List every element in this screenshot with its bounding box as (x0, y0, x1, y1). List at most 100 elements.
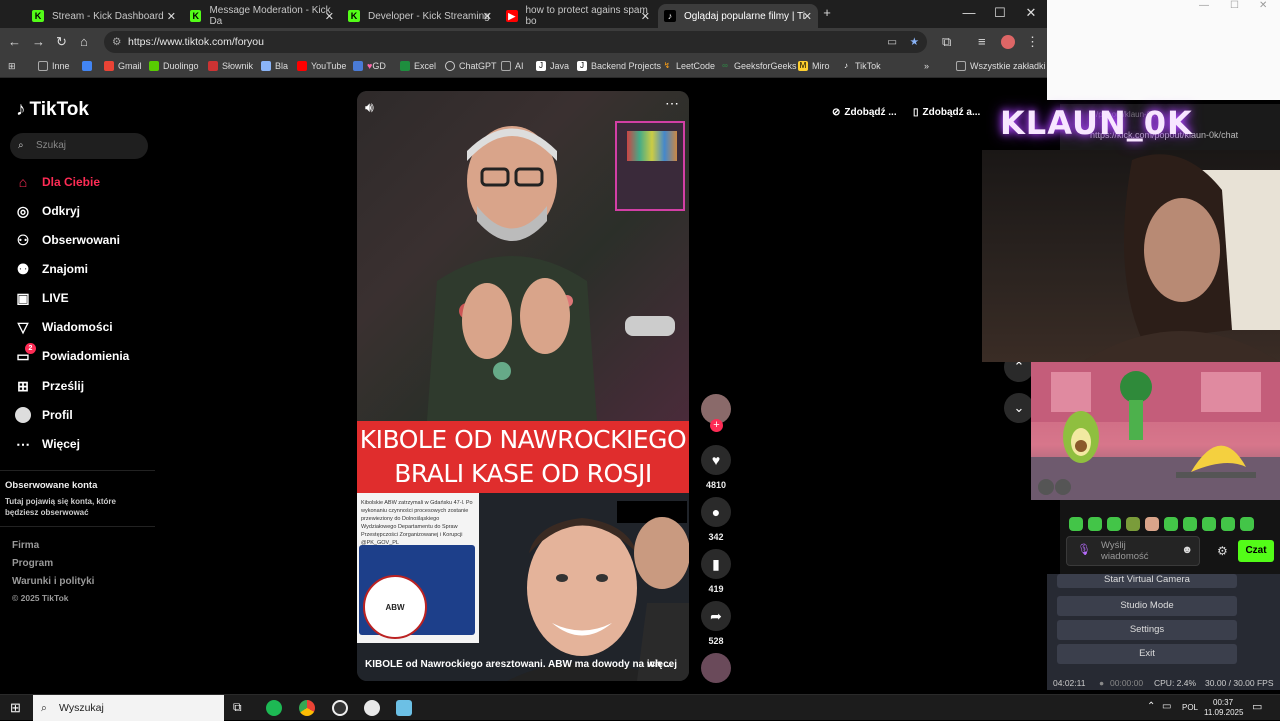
tab-message-moderation[interactable]: K Message Moderation - Kick Da ✕ (184, 4, 340, 28)
close-tab-icon[interactable]: ✕ (325, 10, 334, 23)
bookmark-item[interactable] (82, 61, 96, 71)
share-button[interactable]: ➦ 528 (701, 601, 731, 646)
nav-live[interactable]: ▣ LIVE (14, 289, 68, 307)
emote-icon[interactable] (1221, 517, 1235, 531)
tab-tiktok[interactable]: ♪ Oglądaj popularne filmy | Ti ✕ (658, 4, 818, 28)
tray-expand-icon[interactable]: ⌃ (1147, 701, 1155, 712)
site-info-icon[interactable]: ⚙ (112, 31, 121, 53)
clock-date[interactable]: 11.09.2025 (1204, 708, 1243, 717)
tiktok-logo[interactable]: ♪ TikTok (16, 99, 89, 121)
extensions-icon[interactable]: ⧉ (942, 34, 951, 50)
sound-disc[interactable] (701, 653, 731, 683)
bookmark-item[interactable]: Gmail (104, 61, 142, 71)
tab-developer[interactable]: K Developer - Kick Streaming ✕ (342, 4, 498, 28)
settings-button[interactable]: Settings (1057, 620, 1237, 640)
footer-terms-link[interactable]: Warunki i polityki (12, 576, 94, 587)
emoji-icon[interactable]: ☻ (1181, 545, 1193, 556)
nav-more[interactable]: ⋯ Więcej (14, 435, 80, 453)
emote-icon[interactable] (1183, 517, 1197, 531)
app-icon[interactable] (364, 700, 380, 716)
follow-plus-icon[interactable]: + (710, 419, 723, 432)
emote-icon[interactable] (1240, 517, 1254, 531)
maximize-icon[interactable]: ☐ (985, 5, 1015, 21)
menu-icon[interactable]: ⋮ (1026, 34, 1039, 50)
maximize-icon[interactable]: ☐ (1230, 0, 1239, 11)
bookmark-item[interactable]: YouTube (297, 61, 346, 71)
video-options-icon[interactable]: ⋯ (665, 95, 679, 112)
chrome-icon[interactable] (299, 700, 315, 716)
emote-icon[interactable] (1069, 517, 1083, 531)
microphone-icon[interactable]: 🎙︎ (1077, 545, 1091, 556)
bookmark-item[interactable]: ♪ TikTok (841, 61, 881, 71)
chat-send-button[interactable]: Czat (1238, 540, 1274, 562)
language-indicator[interactable]: POL (1182, 703, 1198, 712)
emote-icon[interactable] (1145, 517, 1159, 531)
nav-friends[interactable]: ⚉ Znajomi (14, 260, 88, 278)
close-window-icon[interactable]: ✕ (1016, 5, 1046, 21)
close-window-icon[interactable]: ✕ (1259, 0, 1267, 11)
get-coins-button[interactable]: ⊘ Zdobądź ... (832, 101, 897, 123)
close-tab-icon[interactable]: ✕ (803, 10, 812, 23)
video-player[interactable]: 🔊︎ ⋯ KIBOLE OD NAWROCKIEGO BRALI KASE OD… (357, 91, 689, 681)
start-virtual-camera-button[interactable]: Start Virtual Camera (1057, 574, 1237, 588)
search-input[interactable]: ⌕ Szukaj (10, 133, 148, 159)
bookmark-item[interactable]: ∞ GeeksforGeeks (720, 61, 796, 71)
nav-messages[interactable]: ▽ Wiadomości (14, 318, 113, 336)
network-icon[interactable]: ▭ (1162, 701, 1171, 712)
more-button[interactable]: więcej (647, 659, 677, 670)
chat-settings-icon[interactable]: ⚙ (1217, 544, 1228, 558)
reload-icon[interactable]: ↻ (56, 34, 67, 50)
bookmark-item[interactable]: J Backend Projects (577, 61, 661, 71)
nav-profile[interactable]: Profil (14, 406, 73, 424)
bookmark-item[interactable]: Duolingo (149, 61, 199, 71)
apps-icon[interactable]: ⊞ (8, 61, 16, 72)
nav-for-you[interactable]: ⌂ Dla Ciebie (14, 173, 100, 191)
new-tab-icon[interactable]: + (812, 5, 842, 20)
emote-icon[interactable] (1202, 517, 1216, 531)
nav-notifications[interactable]: ▭ 2 Powiadomienia (14, 343, 129, 365)
clock-time[interactable]: 00:37 (1213, 698, 1233, 707)
emote-icon[interactable] (1126, 517, 1140, 531)
volume-icon[interactable]: 🔊︎ (365, 99, 374, 116)
footer-program-link[interactable]: Program (12, 558, 53, 569)
bookmark-item[interactable]: Bla (261, 61, 288, 71)
home-icon[interactable]: ⌂ (80, 34, 88, 49)
bookmark-item[interactable]: ChatGPT (445, 61, 497, 71)
obs-icon[interactable] (332, 700, 348, 716)
bookmark-item[interactable]: Słownik (208, 61, 253, 71)
author-avatar[interactable]: + (701, 394, 731, 432)
close-tab-icon[interactable]: ✕ (167, 10, 176, 23)
close-tab-icon[interactable]: ✕ (483, 10, 492, 23)
emote-icon[interactable] (1164, 517, 1178, 531)
bookmark-item[interactable]: M Miro (798, 61, 830, 71)
taskbar-search[interactable]: ⌕ Wyszukaj (33, 695, 224, 721)
exit-button[interactable]: Exit (1057, 644, 1237, 664)
like-button[interactable]: ♥ 4810 (701, 445, 731, 490)
emote-icon[interactable] (1107, 517, 1121, 531)
windows-start-icon[interactable]: ⊞ (10, 700, 21, 716)
bookmark-item[interactable]: Wszystkie zakładki (956, 61, 1046, 71)
footer-company-link[interactable]: Firma (12, 540, 39, 551)
tab-stream-dashboard[interactable]: K Stream - Kick Dashboard ✕ (26, 4, 182, 28)
get-app-button[interactable]: ▯ Zdobądź a... (913, 101, 980, 123)
comment-button[interactable]: ● 342 (701, 497, 731, 542)
forward-icon[interactable]: → (32, 34, 45, 49)
minimize-icon[interactable]: — (1199, 0, 1209, 11)
task-view-icon[interactable]: ⧉ (233, 700, 242, 715)
media-icon[interactable]: ≡ (978, 34, 986, 49)
bookmark-item[interactable]: J Java (536, 61, 569, 71)
spotify-icon[interactable] (266, 700, 282, 716)
bookmark-item[interactable]: ↯ LeetCode (662, 61, 715, 71)
notifications-tray-icon[interactable]: ▭ (1252, 700, 1262, 713)
bookmark-item[interactable]: ♥ GD (353, 61, 386, 71)
nav-following[interactable]: ⚇ Obserwowani (14, 231, 120, 249)
bookmark-item[interactable]: AI (501, 61, 524, 71)
bookmark-star-icon[interactable]: ★ (910, 31, 919, 53)
tab-youtube[interactable]: ▶ how to protect agains spam bo ✕ (500, 4, 656, 28)
nav-upload[interactable]: ⊞ Prześlij (14, 377, 84, 395)
more-bookmarks-icon[interactable]: » (924, 61, 929, 71)
notepad-icon[interactable] (396, 700, 412, 716)
profile-avatar[interactable] (1001, 35, 1015, 49)
bookmark-item[interactable]: Excel (400, 61, 436, 71)
emote-icon[interactable] (1088, 517, 1102, 531)
